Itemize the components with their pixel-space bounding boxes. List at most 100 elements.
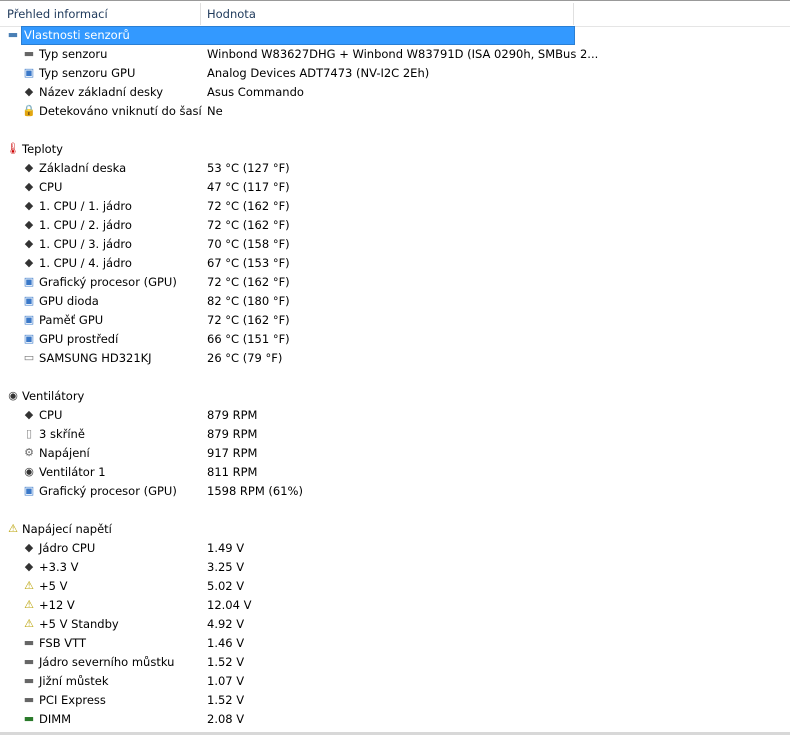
item-value: 4.92 V xyxy=(207,617,245,631)
chip-icon: ▬ xyxy=(23,655,35,668)
item-label: GPU prostředí xyxy=(39,332,119,346)
item-label: 1. CPU / 2. jádro xyxy=(39,218,132,232)
sensor-chip-icon: ▬ xyxy=(7,28,19,41)
item-value: 1.52 V xyxy=(207,693,245,707)
cpu-icon: ◆ xyxy=(24,180,34,193)
voltage-warning-icon: ⚠ xyxy=(24,579,34,592)
column-header-value[interactable]: Hodnota xyxy=(207,7,256,21)
list-item[interactable]: ▬ PCI Express 1.52 V xyxy=(0,691,790,710)
list-item[interactable]: ▣ GPU prostředí 66 °C (151 °F) xyxy=(0,330,790,349)
list-item[interactable]: ▬ DIMM 2.08 V xyxy=(0,710,790,729)
column-divider[interactable] xyxy=(573,3,574,25)
blank-row xyxy=(0,368,790,387)
list-item[interactable]: ▬ Typ senzoru Winbond W83627DHG + Winbond … xyxy=(0,45,790,64)
list-item[interactable]: ▣ Grafický procesor (GPU) 72 °C (162 °F) xyxy=(0,273,790,292)
item-value: Winbond W83627DHG + Winbond W83791D (ISA… xyxy=(207,47,599,61)
list-item[interactable]: ▭ SAMSUNG HD321KJ 26 °C (79 °F) xyxy=(0,349,790,368)
motherboard-icon: ◆ xyxy=(24,85,34,98)
monitor-icon: ▣ xyxy=(23,484,35,497)
list-item[interactable]: ⚠ +5 V Standby 4.92 V xyxy=(0,615,790,634)
item-value: 917 RPM xyxy=(207,446,258,460)
list-item[interactable]: ⚙ Napájení 917 RPM xyxy=(0,444,790,463)
list-item[interactable]: ◆ CPU 47 °C (117 °F) xyxy=(0,178,790,197)
item-value: Asus Commando xyxy=(207,85,304,99)
list-item[interactable]: ▬ Jádro severního můstku 1.52 V xyxy=(0,653,790,672)
list-item[interactable]: ◆ CPU 879 RPM xyxy=(0,406,790,425)
item-label: Ventilátor 1 xyxy=(39,465,106,479)
item-label: Grafický procesor (GPU) xyxy=(39,275,177,289)
voltage-warning-icon: ⚠ xyxy=(24,617,34,630)
item-label: DIMM xyxy=(39,712,72,726)
item-value: 47 °C (117 °F) xyxy=(207,180,290,194)
item-value: 1.46 V xyxy=(207,636,245,650)
item-label: PCI Express xyxy=(39,693,106,707)
item-label: Napájení xyxy=(39,446,90,460)
item-label: +3.3 V xyxy=(39,560,79,574)
list-item[interactable]: ⚠ +12 V 12.04 V xyxy=(0,596,790,615)
list-item[interactable]: ▣ Typ senzoru GPU Analog Devices ADT7473 (… xyxy=(0,64,790,83)
list-item[interactable]: ◉ Ventilátor 1 811 RPM xyxy=(0,463,790,482)
list-item[interactable]: ▣ Grafický procesor (GPU) 1598 RPM (61%) xyxy=(0,482,790,501)
item-label: SAMSUNG HD321KJ xyxy=(39,351,152,365)
item-value: 82 °C (180 °F) xyxy=(207,294,290,308)
list-item[interactable]: ▯ 3 skříně 879 RPM xyxy=(0,425,790,444)
list-item[interactable]: ◆ Základní deska 53 °C (127 °F) xyxy=(0,159,790,178)
list-item[interactable]: ◆ 1. CPU / 3. jádro 70 °C (158 °F) xyxy=(0,235,790,254)
hard-drive-icon: ▭ xyxy=(23,351,35,364)
item-label: 1. CPU / 1. jádro xyxy=(39,199,132,213)
item-label: CPU xyxy=(39,180,63,194)
item-label: Typ senzoru GPU xyxy=(39,66,136,80)
item-label: Základní deska xyxy=(39,161,127,175)
list-item[interactable]: ▬ FSB VTT 1.46 V xyxy=(0,634,790,653)
list-item[interactable]: ◆ Jádro CPU 1.49 V xyxy=(0,539,790,558)
item-label: GPU dioda xyxy=(39,294,99,308)
item-value: 3.25 V xyxy=(207,560,245,574)
item-value: 2.08 V xyxy=(207,712,245,726)
item-value: 72 °C (162 °F) xyxy=(207,199,290,213)
item-value: 12.04 V xyxy=(207,598,252,612)
item-value: 70 °C (158 °F) xyxy=(207,237,290,251)
group-row[interactable]: ⚠ Napájecí napětí xyxy=(0,520,790,539)
motherboard-icon: ◆ xyxy=(24,161,34,174)
list-header: Přehled informací Hodnota xyxy=(0,0,790,27)
list-item[interactable]: ◆ 1. CPU / 1. jádro 72 °C (162 °F) xyxy=(0,197,790,216)
list-item[interactable]: ◆ 1. CPU / 2. jádro 72 °C (162 °F) xyxy=(0,216,790,235)
cpu-icon: ◆ xyxy=(24,541,34,554)
case-icon: ▯ xyxy=(25,427,33,440)
group-row[interactable]: 🌡 Teploty xyxy=(0,140,790,159)
item-label: FSB VTT xyxy=(39,636,86,650)
item-value: 72 °C (162 °F) xyxy=(207,218,290,232)
item-value: 72 °C (162 °F) xyxy=(207,313,290,327)
list-item[interactable]: ▣ GPU dioda 82 °C (180 °F) xyxy=(0,292,790,311)
group-row[interactable]: ▬ Vlastnosti senzorů xyxy=(0,26,790,45)
item-value: 1.49 V xyxy=(207,541,245,555)
chip-icon: ▬ xyxy=(23,636,35,649)
column-header-overview[interactable]: Přehled informací xyxy=(7,7,108,21)
item-value: 1.07 V xyxy=(207,674,245,688)
chip-icon: ▬ xyxy=(23,674,35,687)
monitor-icon: ▣ xyxy=(23,275,35,288)
item-label: Jižní můstek xyxy=(39,674,109,688)
item-label: 1. CPU / 4. jádro xyxy=(39,256,132,270)
list-item[interactable]: ◆ +3.3 V 3.25 V xyxy=(0,558,790,577)
lock-icon: 🔒 xyxy=(22,104,36,117)
list-item[interactable]: ⚠ +5 V 5.02 V xyxy=(0,577,790,596)
group-row[interactable]: ◉ Ventilátory xyxy=(0,387,790,406)
blank-row xyxy=(0,501,790,520)
cpu-icon: ◆ xyxy=(24,408,34,421)
item-value: Analog Devices ADT7473 (NV-I2C 2Eh) xyxy=(207,66,430,80)
monitor-icon: ▣ xyxy=(23,66,35,79)
list-item[interactable]: ▣ Paměť GPU 72 °C (162 °F) xyxy=(0,311,790,330)
list-item[interactable]: ◆ 1. CPU / 4. jádro 67 °C (153 °F) xyxy=(0,254,790,273)
item-value: 5.02 V xyxy=(207,579,245,593)
fan-icon: ◉ xyxy=(24,465,34,478)
cpu-icon: ◆ xyxy=(24,218,34,231)
power-supply-icon: ⚙ xyxy=(24,446,34,459)
list-item[interactable]: ▬ Jižní můstek 1.07 V xyxy=(0,672,790,691)
monitor-icon: ▣ xyxy=(23,313,35,326)
list-item[interactable]: ◆ Název základní desky Asus Commando xyxy=(0,83,790,102)
item-label: +12 V xyxy=(39,598,75,612)
column-divider[interactable] xyxy=(200,3,201,25)
list-item[interactable]: 🔒 Detekováno vniknutí do šasí Ne xyxy=(0,102,790,121)
voltage-warning-icon: ⚠ xyxy=(8,522,18,535)
